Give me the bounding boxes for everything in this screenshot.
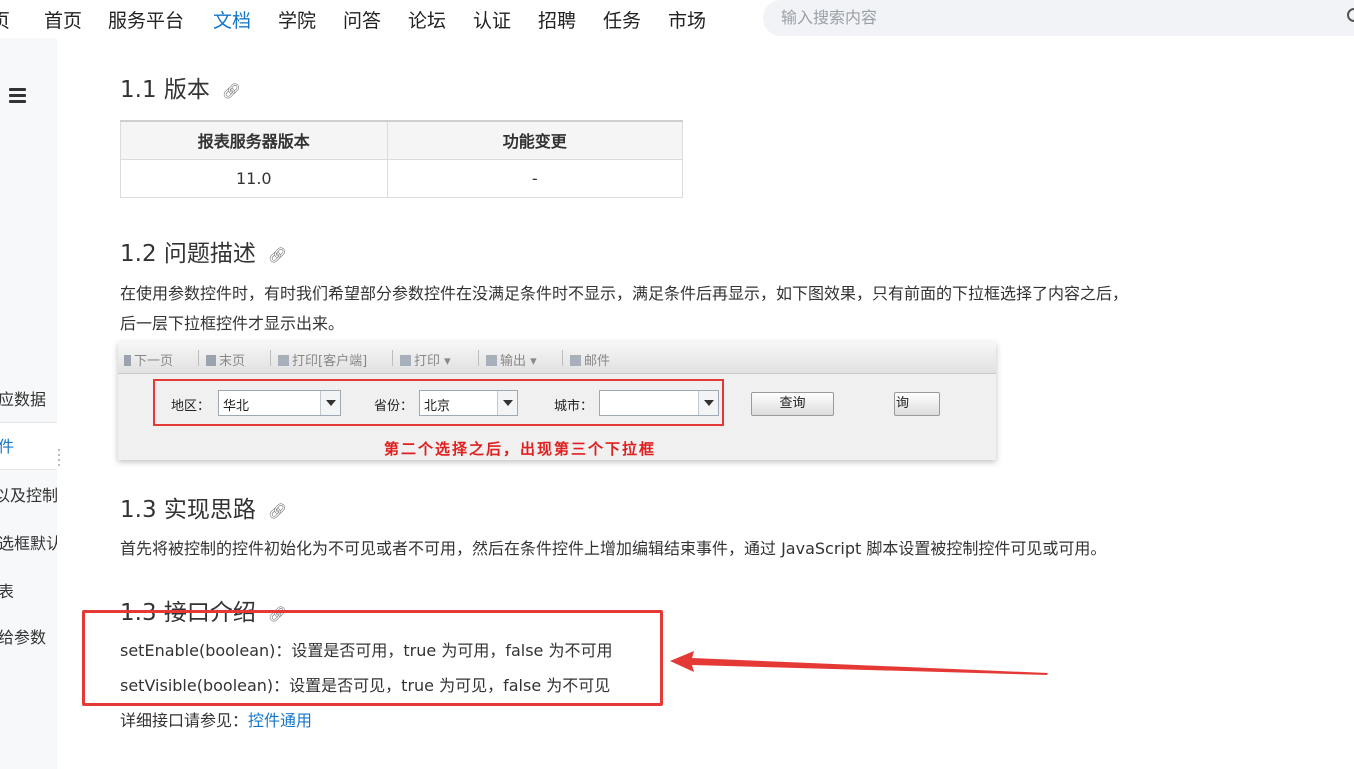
sidebar-item-2[interactable]: 件 — [0, 422, 57, 470]
chevron-down-icon — [497, 391, 517, 415]
query-button: 查询 — [751, 392, 834, 416]
example-screenshot: 下一页 末页 打印[客户端] 打印 ▾ 输出 ▾ 邮件 地区： 华北 省份： 北… — [118, 342, 996, 460]
table-header-row: 报表服务器版本 功能变更 — [120, 120, 684, 160]
sidebar: 应数据 件 以及控制 选框默认 表 给参数 — [0, 38, 57, 769]
print-client-icon — [278, 355, 289, 366]
toolbar-print-client: 打印[客户端] — [278, 350, 367, 369]
annotation-highlight-box — [82, 610, 663, 706]
toolbar-export: 输出 ▾ — [486, 350, 537, 369]
province-label: 省份： — [374, 399, 414, 414]
sidebar-resize-handle[interactable] — [58, 449, 62, 467]
province-combo: 北京 — [419, 390, 518, 416]
nav-item-docs[interactable]: 文档 — [213, 6, 251, 33]
region-label: 地区： — [171, 399, 211, 414]
report-toolbar: 下一页 末页 打印[客户端] 打印 ▾ 输出 ▾ 邮件 — [118, 342, 996, 374]
version-table: 报表服务器版本 功能变更 11.0 - — [120, 120, 684, 198]
nav-item-academy[interactable]: 学院 — [278, 6, 316, 33]
toolbar-last-page: 末页 — [206, 350, 245, 369]
nav-item-certification[interactable]: 认证 — [473, 6, 511, 33]
nav-item-jobs[interactable]: 招聘 — [538, 6, 576, 33]
table-row: 11.0 - — [120, 158, 684, 198]
search-box — [763, 0, 1354, 36]
heading-version: 1.1 版本 🔗︎ — [120, 77, 241, 103]
nav-item-home[interactable]: 首页 — [44, 6, 82, 33]
nav-item-service-platform[interactable]: 服务平台 — [108, 6, 184, 33]
table-header: 报表服务器版本 — [120, 120, 388, 160]
export-icon — [486, 355, 497, 366]
nav-item-market[interactable]: 市场 — [668, 6, 706, 33]
sidebar-item-5[interactable]: 表 — [0, 578, 14, 602]
detail-line: 详细接口请参见：控件通用 — [120, 711, 313, 730]
annotation-arrow-icon — [670, 651, 1048, 675]
problem-text-line-2: 后一层下拉框控件才显示出来。 — [120, 314, 345, 333]
toolbar-print: 打印 ▾ — [400, 350, 451, 369]
region-combo: 华北 — [218, 390, 341, 416]
toolbar-email: 邮件 — [570, 350, 610, 369]
anchor-link-icon[interactable]: 🔗︎ — [268, 502, 287, 520]
chevron-down-icon — [320, 391, 340, 415]
anchor-link-icon[interactable]: 🔗︎ — [222, 82, 241, 100]
nav-item-forum[interactable]: 论坛 — [408, 6, 446, 33]
next-page-icon — [124, 355, 131, 366]
approach-text: 首先将被控制的控件初始化为不可见或者不可用，然后在条件控件上增加编辑结束事件，通… — [120, 539, 1107, 558]
nav-item-qa[interactable]: 问答 — [343, 6, 381, 33]
last-page-icon — [206, 355, 216, 366]
nav-item-tasks[interactable]: 任务 — [603, 6, 641, 33]
heading-approach: 1.3 实现思路 🔗︎ — [120, 497, 287, 523]
sidebar-item-4[interactable]: 选框默认 — [0, 530, 57, 554]
top-nav: 页 首页 服务平台 文档 学院 问答 论坛 认证 招聘 任务 市场 — [0, 0, 1354, 38]
nav-item-partial[interactable]: 页 — [0, 6, 10, 33]
control-general-link[interactable]: 控件通用 — [248, 711, 312, 730]
sidebar-item-3[interactable]: 以及控制 — [0, 482, 57, 506]
mail-icon — [570, 355, 581, 366]
sidebar-item-6[interactable]: 给参数 — [0, 624, 46, 648]
table-cell: - — [386, 158, 684, 198]
sidebar-item-1[interactable]: 应数据 — [0, 386, 46, 410]
sidebar-item-label: 件 — [0, 437, 15, 456]
city-label: 城市： — [554, 399, 594, 414]
table-header: 功能变更 — [386, 120, 684, 160]
city-combo — [599, 390, 719, 416]
heading-problem: 1.2 问题描述 🔗︎ — [120, 241, 287, 267]
toolbar-next-page: 下一页 — [124, 350, 173, 369]
printer-icon — [400, 355, 411, 366]
problem-text-line-1: 在使用参数控件时，有时我们希望部分参数控件在没满足条件时不显示，满足条件后再显示… — [120, 284, 1129, 303]
search-icon[interactable] — [1347, 8, 1354, 22]
chevron-down-icon — [698, 391, 718, 415]
screenshot-caption: 第二个选择之后，出现第三个下拉框 — [384, 440, 657, 458]
query-button-partial: 询 — [894, 392, 940, 416]
anchor-link-icon[interactable]: 🔗︎ — [268, 246, 287, 264]
table-cell: 11.0 — [120, 158, 388, 198]
hamburger-menu-icon[interactable] — [9, 88, 26, 103]
search-input[interactable] — [781, 4, 1321, 30]
